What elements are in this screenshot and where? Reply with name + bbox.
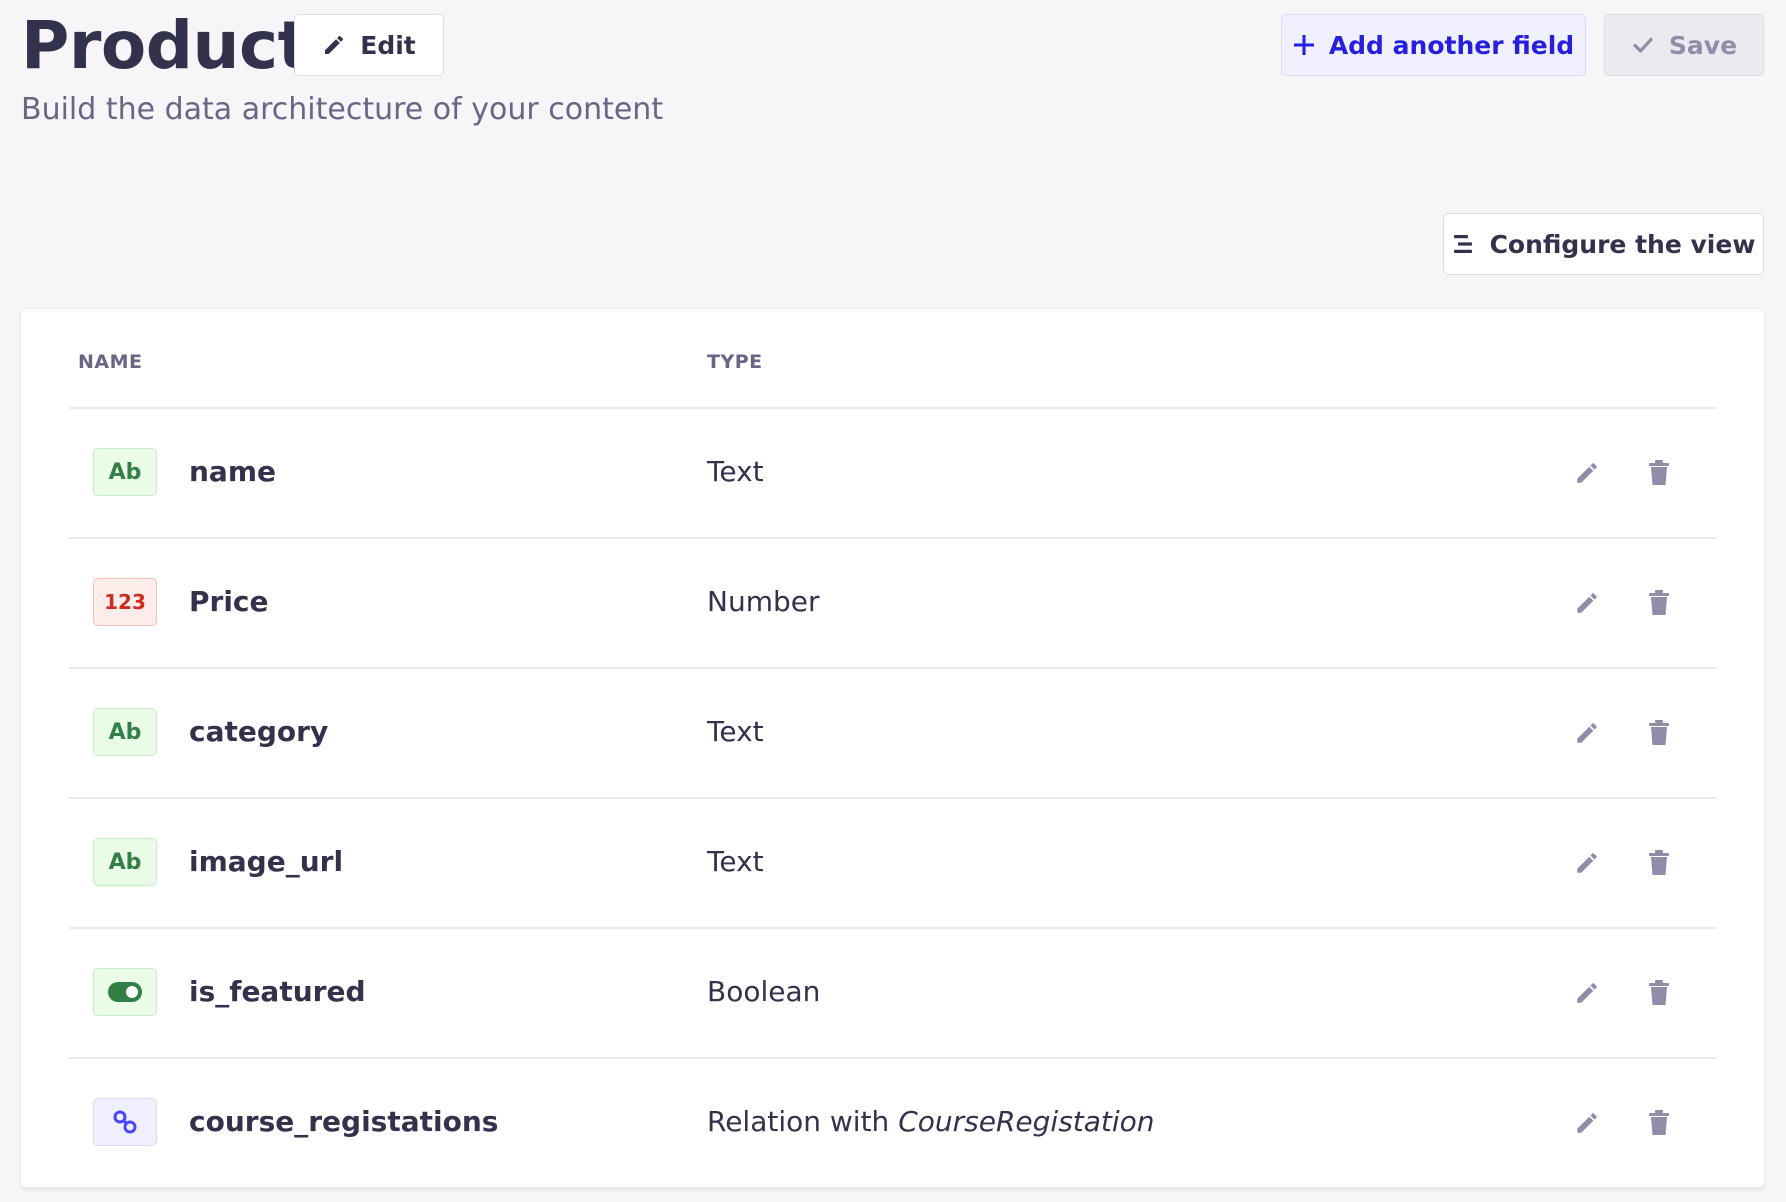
trash-icon [1649, 590, 1669, 615]
check-icon [1633, 37, 1653, 53]
pencil-icon [1577, 723, 1597, 743]
edit-field-button[interactable] [1569, 455, 1605, 491]
edit-field-button[interactable] [1569, 975, 1605, 1011]
pencil-icon [1577, 853, 1597, 873]
link-icon [113, 1110, 137, 1134]
delete-field-button[interactable] [1641, 585, 1677, 621]
field-type: Relation with CourseRegistation [707, 1100, 1155, 1144]
field-name: is_featured [189, 975, 366, 1008]
field-name: Price [189, 585, 269, 618]
column-header-name: NAME [78, 351, 143, 373]
field-name: image_url [189, 845, 344, 878]
field-name: name [189, 455, 276, 488]
edit-field-button[interactable] [1569, 585, 1605, 621]
delete-field-button[interactable] [1641, 975, 1677, 1011]
add-another-field-button[interactable]: Add another field [1281, 14, 1586, 76]
delete-field-button[interactable] [1641, 715, 1677, 751]
delete-field-button[interactable] [1641, 1105, 1677, 1141]
delete-field-button[interactable] [1641, 455, 1677, 491]
add-field-label: Add another field [1328, 30, 1575, 60]
toggle-icon [108, 982, 142, 1002]
save-button[interactable]: Save [1604, 14, 1764, 76]
text-type-badge: Ab [93, 708, 157, 756]
relation-target: CourseRegistation [898, 1105, 1155, 1138]
pencil-icon [325, 35, 344, 54]
table-row: is_featured Boolean [69, 929, 1717, 1059]
configure-view-button[interactable]: Configure the view [1443, 213, 1764, 275]
edit-button-label: Edit [360, 30, 416, 60]
table-row: Ab category Text [69, 669, 1717, 799]
fields-table: NAME TYPE Ab name Text 123 Price Number [69, 309, 1717, 1189]
fields-panel: NAME TYPE Ab name Text 123 Price Number [21, 309, 1764, 1189]
table-row: Ab name Text [69, 409, 1717, 539]
trash-icon [1649, 980, 1669, 1005]
pencil-icon [1577, 1113, 1597, 1133]
field-type: Number [707, 585, 820, 618]
field-name: course_registations [189, 1105, 499, 1138]
text-type-badge: Ab [93, 448, 157, 496]
trash-icon [1649, 720, 1669, 745]
pencil-icon [1577, 983, 1597, 1003]
pencil-icon [1577, 593, 1597, 613]
pencil-icon [1577, 463, 1597, 483]
column-header-type: TYPE [707, 351, 763, 373]
edit-button[interactable]: Edit [294, 14, 444, 76]
number-type-badge: 123 [93, 578, 157, 626]
relation-type-badge [93, 1098, 157, 1146]
edit-field-button[interactable] [1569, 715, 1605, 751]
boolean-type-badge [93, 968, 157, 1016]
page-subtitle: Build the data architecture of your cont… [21, 92, 664, 127]
delete-field-button[interactable] [1641, 845, 1677, 881]
trash-icon [1649, 850, 1669, 875]
plus-icon [1293, 35, 1314, 55]
edit-field-button[interactable] [1569, 845, 1605, 881]
field-type: Text [707, 845, 764, 878]
relation-prefix: Relation with [707, 1105, 899, 1138]
table-row: 123 Price Number [69, 539, 1717, 669]
edit-field-button[interactable] [1569, 1105, 1605, 1141]
save-label: Save [1668, 30, 1738, 60]
field-type: Text [707, 455, 764, 488]
page-title: Product [21, 7, 309, 84]
trash-icon [1649, 1110, 1669, 1135]
field-name: category [189, 715, 329, 748]
text-type-badge: Ab [93, 838, 157, 886]
table-row: Ab image_url Text [69, 799, 1717, 929]
table-row: course_registations Relation with Course… [69, 1059, 1717, 1189]
field-type: Text [707, 715, 764, 748]
configure-view-label: Configure the view [1489, 229, 1756, 259]
table-header: NAME TYPE [69, 309, 1717, 409]
trash-icon [1649, 460, 1669, 485]
field-type: Boolean [707, 975, 821, 1008]
list-icon [1453, 235, 1472, 253]
